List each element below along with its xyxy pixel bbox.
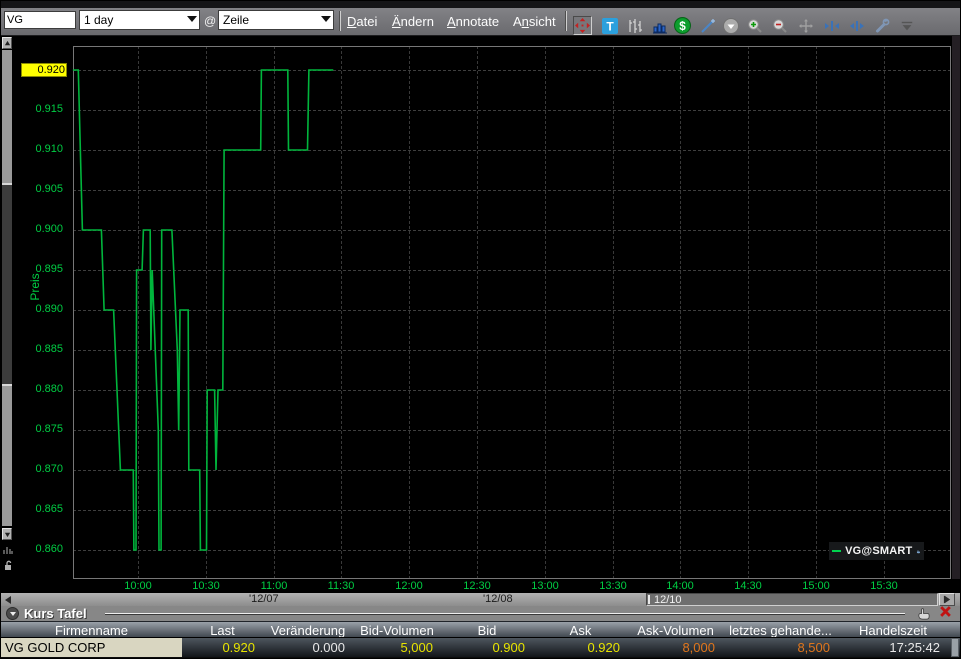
pan-tool-icon[interactable] xyxy=(796,16,815,35)
column-header-3[interactable]: Veränderung xyxy=(263,623,353,638)
x-axis-label: 12:30 xyxy=(455,580,499,592)
period-value: 1 day xyxy=(84,13,113,27)
symbol-input[interactable] xyxy=(4,11,76,29)
quote-value-cell[interactable]: 0.920 xyxy=(533,640,628,655)
menu-ansicht[interactable]: Ansicht xyxy=(513,14,556,29)
chart-style-dropdown[interactable]: Zeile xyxy=(218,10,334,30)
x-axis-label: 14:30 xyxy=(726,580,770,592)
quote-table-row[interactable]: VG GOLD CORP0.9200.0005,0000.9000.9208,0… xyxy=(1,637,961,657)
scale-up-button[interactable] xyxy=(2,37,12,49)
quote-value-cell[interactable]: 8,000 xyxy=(628,640,723,655)
column-header-1[interactable]: Firmenname xyxy=(1,623,182,638)
at-label: @ xyxy=(204,14,216,28)
column-header-9[interactable]: Handelszeit xyxy=(838,623,948,638)
x-axis-label: 13:00 xyxy=(523,580,567,592)
price-line-chart[interactable] xyxy=(1,36,961,593)
zoom-in-icon[interactable] xyxy=(745,16,764,35)
chart-area: 0.9200.9150.9100.9050.9000.8950.8900.885… xyxy=(1,36,961,593)
date-label: '12/07 xyxy=(249,593,279,605)
column-header-5[interactable]: Bid xyxy=(441,623,533,638)
firmenname-cell[interactable]: VG GOLD CORP xyxy=(1,638,182,657)
quote-value-cell[interactable]: 17:25:42 xyxy=(838,640,948,655)
header-rule xyxy=(105,613,905,615)
x-axis-label: 11:00 xyxy=(252,580,296,592)
x-axis-label: 12:00 xyxy=(387,580,431,592)
quote-value-cell[interactable]: 8,500 xyxy=(723,640,838,655)
column-header-8[interactable]: letztes gehande... xyxy=(723,623,838,638)
price-dollar-tool-icon[interactable]: $ xyxy=(673,16,692,35)
compress-horizontal-icon[interactable] xyxy=(847,16,866,35)
chart-style-value: Zeile xyxy=(223,13,249,27)
x-axis-label: 10:00 xyxy=(116,580,160,592)
legend-line-swatch xyxy=(832,550,841,552)
svg-text:T: T xyxy=(606,19,614,33)
vertical-scale-strip xyxy=(1,36,13,593)
column-header-7[interactable]: Ask-Volumen xyxy=(628,623,723,638)
active-date-label: 12/10 xyxy=(654,594,682,606)
quote-panel-header: Kurs Tafel xyxy=(1,606,961,621)
price-line-series xyxy=(73,70,333,550)
scroll-left-icon[interactable] xyxy=(2,594,13,606)
x-axis-label: 13:30 xyxy=(591,580,635,592)
volume-chart-tool-icon[interactable] xyxy=(650,16,669,35)
x-axis-label: 11:30 xyxy=(319,580,363,592)
main-toolbar: 1 day @ Zeile Datei Ändern Annotate Ansi… xyxy=(1,8,961,37)
svg-text:$: $ xyxy=(679,20,686,33)
scale-thumb[interactable] xyxy=(2,183,12,386)
quote-value-cell[interactable]: 0.000 xyxy=(263,640,353,655)
active-date-range[interactable]: 12/10 xyxy=(646,593,938,606)
range-cursor xyxy=(648,595,650,604)
menu-annotate[interactable]: Annotate xyxy=(447,14,499,29)
scale-down-button[interactable] xyxy=(2,528,12,540)
draw-tool-dropdown-icon[interactable] xyxy=(721,16,740,35)
collapse-panel-button[interactable] xyxy=(6,607,19,620)
x-axis-label: 10:30 xyxy=(184,580,228,592)
panel-title: Kurs Tafel xyxy=(24,606,87,621)
x-axis-label: 15:30 xyxy=(862,580,906,592)
period-dropdown[interactable]: 1 day xyxy=(79,10,200,30)
quote-value-cell[interactable]: 0.900 xyxy=(441,640,533,655)
chevron-down-icon[interactable] xyxy=(187,16,197,22)
quote-value-cell[interactable]: 5,000 xyxy=(353,640,441,655)
chart-type-icon[interactable] xyxy=(2,544,13,556)
quote-panel: Kurs Tafel FirmennameLastVeränderungBid-… xyxy=(1,606,961,659)
legend-label: VG@SMART xyxy=(845,545,912,557)
menu-aendern[interactable]: Ändern xyxy=(392,14,434,29)
quote-value-cell[interactable]: 0.920 xyxy=(182,640,263,655)
trading-app-window: 1 day @ Zeile Datei Ändern Annotate Ansi… xyxy=(0,0,961,659)
zoom-out-icon[interactable] xyxy=(770,16,789,35)
x-axis-label: 14:00 xyxy=(658,580,702,592)
date-scrollbar[interactable]: '12/07 '12/08 12/10 xyxy=(1,593,961,606)
expand-horizontal-icon[interactable] xyxy=(822,16,841,35)
candlestick-tool-icon[interactable] xyxy=(625,16,644,35)
settings-wrench-icon[interactable] xyxy=(872,16,891,35)
toolbar-separator xyxy=(339,11,341,31)
column-header-2[interactable]: Last xyxy=(182,623,263,638)
menu-datei[interactable]: Datei xyxy=(347,14,377,29)
column-header-6[interactable]: Ask xyxy=(533,623,628,638)
collapse-caret-icon[interactable] xyxy=(897,16,916,35)
date-label: '12/08 xyxy=(483,593,513,605)
row-scrollbar[interactable] xyxy=(951,638,959,657)
column-header-4[interactable]: Bid-Volumen xyxy=(353,623,441,638)
scale-track[interactable] xyxy=(2,50,12,526)
move-tool-icon[interactable] xyxy=(573,16,592,35)
window-top-strip xyxy=(1,1,961,8)
chart-legend[interactable]: VG@SMART xyxy=(829,542,924,560)
toolbar-separator xyxy=(565,11,567,31)
draw-line-tool-icon[interactable] xyxy=(698,16,717,35)
chevron-down-icon[interactable] xyxy=(321,16,331,22)
hand-icon xyxy=(916,546,921,557)
unlock-icon[interactable] xyxy=(2,559,13,571)
x-axis-labels-row: 10:00 10:30 11:00 11:30 12:00 12:30 13:00 13:30… xyxy=(1,579,961,593)
x-axis-label: 15:00 xyxy=(794,580,838,592)
quote-table-header: FirmennameLastVeränderungBid-VolumenBidA… xyxy=(1,621,961,638)
text-tool-icon[interactable]: T xyxy=(600,16,619,35)
